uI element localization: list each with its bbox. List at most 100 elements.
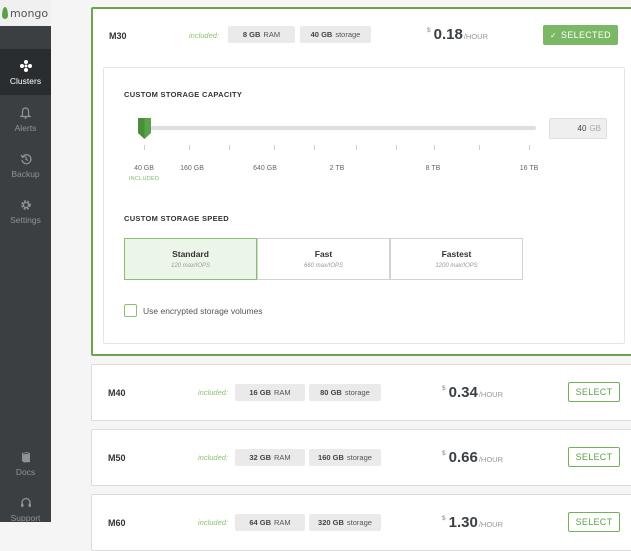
storage-value: 80 GB: [320, 388, 342, 397]
tier-card-m40[interactable]: M40 included: 16 GB RAM 80 GB storage $ 0.…: [91, 364, 631, 421]
tier-card-m50[interactable]: M50 included: 32 GB RAM 160 GB storage $ 0…: [91, 429, 631, 486]
encrypt-option[interactable]: Use encrypted storage volumes: [124, 304, 263, 317]
main-content: M30 included: 8 GB RAM 40 GB storage $ 0.1…: [51, 0, 631, 551]
tick-label: 40 GB: [134, 165, 154, 172]
encrypt-checkbox[interactable]: [124, 304, 137, 317]
sidebar-item-label: Settings: [10, 214, 41, 225]
speed-iops: 660 max/IOPS: [303, 263, 344, 269]
tick-label: 16 TB: [519, 165, 539, 172]
select-button[interactable]: SELECT: [568, 447, 620, 467]
price-amount: 1.30: [448, 514, 478, 531]
sidebar-item-settings[interactable]: Settings: [0, 188, 51, 234]
sidebar-item-label: Docs: [15, 466, 36, 477]
ram-pill: 8 GB RAM: [228, 26, 295, 43]
sidebar: mongo Clusters Alerts Backup Settings Do…: [0, 0, 51, 523]
speed-option-standard[interactable]: Standard 120 max/IOPS: [124, 238, 257, 280]
sidebar-item-support[interactable]: Support: [0, 486, 51, 532]
storage-unit: storage: [346, 518, 372, 527]
price-amount: 0.34: [448, 384, 478, 401]
storage-slider-track[interactable]: [138, 126, 536, 130]
sidebar-item-docs[interactable]: Docs: [0, 440, 51, 486]
tier-price: $ 0.66 /HOUR: [442, 449, 503, 466]
storage-gb-input[interactable]: 40 GB: [549, 118, 607, 139]
price-amount: 0.66: [448, 449, 478, 466]
selected-button[interactable]: ✓ SELECTED: [543, 25, 618, 45]
currency-symbol: $: [442, 385, 446, 392]
button-label: SELECTED: [561, 30, 611, 40]
headset-icon: [20, 496, 32, 510]
storage-slider-handle[interactable]: [137, 118, 152, 145]
book-icon: [20, 450, 32, 464]
slider-tick: [356, 145, 357, 150]
tier-card-m30[interactable]: M30 included: 8 GB RAM 40 GB storage $ 0.1…: [91, 7, 631, 356]
price-amount: 0.18: [433, 26, 463, 43]
ram-pill: 16 GB RAM: [235, 384, 305, 401]
speed-option-fast[interactable]: Fast 660 max/IOPS: [257, 238, 390, 280]
ram-pill: 64 GB RAM: [235, 514, 305, 531]
currency-symbol: $: [427, 27, 431, 34]
check-icon: ✓: [550, 30, 558, 40]
mongodb-logo[interactable]: mongo: [0, 0, 51, 26]
sidebar-item-label: Backup: [11, 168, 40, 179]
storage-pill: 80 GB storage: [309, 384, 381, 401]
backup-icon: [20, 152, 32, 166]
storage-pill: 40 GB storage: [300, 26, 371, 43]
gear-icon: [20, 198, 32, 212]
tick-label: 2 TB: [329, 165, 345, 172]
ram-unit: RAM: [263, 30, 281, 39]
ram-unit: RAM: [274, 453, 291, 462]
slider-tick: [434, 145, 435, 150]
price-per-hour: /HOUR: [478, 520, 503, 529]
currency-symbol: $: [442, 515, 446, 522]
select-button[interactable]: SELECT: [568, 382, 620, 402]
slider-tick: [314, 145, 315, 150]
slider-tick: [144, 145, 145, 150]
storage-config-panel: CUSTOM STORAGE CAPACITY 40 GB 160 GB 640…: [103, 67, 625, 344]
ram-value: 32 GB: [249, 453, 271, 462]
tier-price: $ 1.30 /HOUR: [442, 514, 503, 531]
tick-label: 640 GB: [253, 165, 277, 172]
storage-pill: 320 GB storage: [309, 514, 381, 531]
speed-name: Fast: [314, 249, 333, 259]
storage-value: 320 GB: [318, 518, 344, 527]
encrypt-label: Use encrypted storage volumes: [143, 305, 263, 316]
sidebar-item-label: Support: [10, 512, 41, 523]
included-label: included:: [189, 31, 220, 40]
speed-iops: 1200 max/IOPS: [435, 263, 478, 269]
storage-value: 40 GB: [310, 30, 333, 39]
speed-iops: 120 max/IOPS: [170, 263, 211, 269]
sidebar-item-backup[interactable]: Backup: [0, 142, 51, 188]
select-button[interactable]: SELECT: [568, 512, 620, 532]
storage-speed-title: CUSTOM STORAGE SPEED: [124, 214, 229, 223]
storage-pill: 160 GB storage: [309, 449, 381, 466]
leaf-icon: [2, 7, 8, 19]
ram-value: 8 GB: [242, 30, 261, 39]
sidebar-item-clusters[interactable]: Clusters: [0, 49, 51, 95]
tier-card-m60[interactable]: M60 included: 64 GB RAM 320 GB storage $ 1…: [91, 494, 631, 551]
tier-price: $ 0.18 /HOUR: [427, 26, 488, 43]
speed-option-fastest[interactable]: Fastest 1200 max/IOPS: [390, 238, 523, 280]
price-per-hour: /HOUR: [463, 32, 488, 41]
sidebar-item-alerts[interactable]: Alerts: [0, 96, 51, 142]
slider-tick: [229, 145, 230, 150]
slider-tick: [274, 145, 275, 150]
ram-pill: 32 GB RAM: [235, 449, 305, 466]
ram-unit: RAM: [274, 388, 291, 397]
storage-value: 40: [577, 124, 587, 133]
currency-symbol: $: [442, 450, 446, 457]
clusters-icon: [19, 59, 32, 73]
price-per-hour: /HOUR: [478, 390, 503, 399]
ram-value: 64 GB: [249, 518, 271, 527]
storage-unit: GB: [589, 124, 601, 133]
slider-tick: [189, 145, 190, 150]
logo-text: mongo: [10, 6, 49, 20]
included-label: included:: [198, 518, 229, 527]
ram-value: 16 GB: [249, 388, 271, 397]
sidebar-item-label: Clusters: [9, 75, 42, 86]
speed-name: Standard: [172, 249, 209, 259]
included-tick-note: INCLUDED: [128, 176, 160, 182]
included-label: included:: [198, 453, 229, 462]
slider-tick: [479, 145, 480, 150]
storage-unit: storage: [346, 453, 372, 462]
storage-unit: storage: [335, 30, 361, 39]
